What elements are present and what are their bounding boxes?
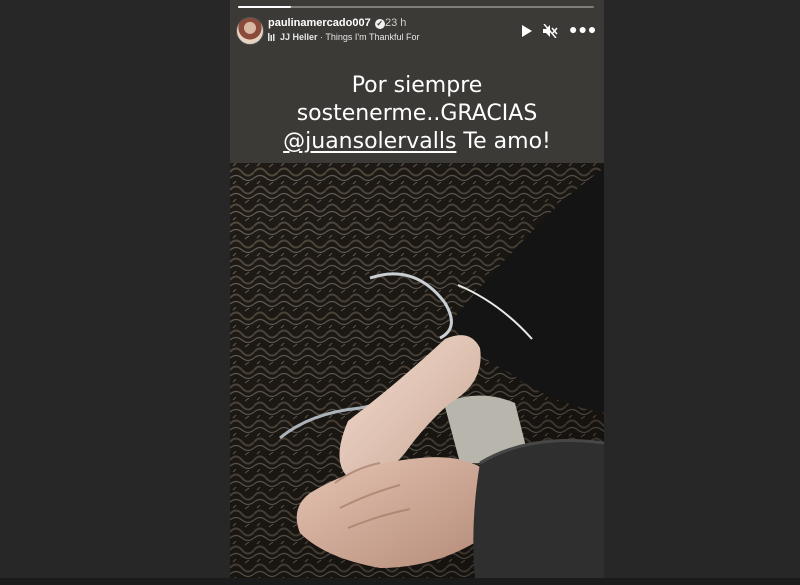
story-progress-bar	[238, 6, 594, 8]
time-ago: 23 h	[385, 17, 407, 29]
caption-line-3: @juansolervalls Te amo!	[230, 128, 604, 156]
play-icon[interactable]	[521, 24, 533, 38]
more-options-icon[interactable]: ●●●	[569, 22, 596, 38]
mute-icon[interactable]	[542, 24, 558, 38]
music-artist: JJ Heller	[280, 32, 318, 42]
username-text[interactable]: paulinamercado007	[268, 17, 371, 29]
story-photo	[230, 163, 604, 578]
page: paulinamercado007 ✓ 23 h JJ Heller · Thin…	[0, 0, 800, 585]
caption-line-2: sostenerme..GRACIAS	[296, 101, 538, 126]
story-photo-image	[230, 163, 604, 578]
caption-line-1: Por siempre	[351, 73, 483, 98]
story-progress-fill	[238, 6, 292, 8]
story-viewer[interactable]: paulinamercado007 ✓ 23 h JJ Heller · Thin…	[230, 0, 604, 578]
mention-link[interactable]: @juansolervalls	[283, 129, 456, 154]
story-caption: Por siempre sostenerme..GRACIAS @juansol…	[230, 72, 604, 156]
story-header: paulinamercado007 ✓ 23 h JJ Heller · Thin…	[230, 12, 604, 52]
bottom-bar	[0, 578, 800, 585]
username[interactable]: paulinamercado007 ✓	[268, 17, 385, 29]
music-info[interactable]: JJ Heller · Things I'm Thankful For	[268, 32, 419, 42]
caption-tail: Te amo!	[456, 129, 551, 154]
verified-icon: ✓	[374, 19, 385, 29]
avatar[interactable]	[236, 17, 264, 45]
music-title: Things I'm Thankful For	[325, 32, 420, 42]
music-icon	[268, 33, 275, 41]
backdrop-right	[604, 0, 800, 585]
backdrop-left	[0, 0, 230, 585]
